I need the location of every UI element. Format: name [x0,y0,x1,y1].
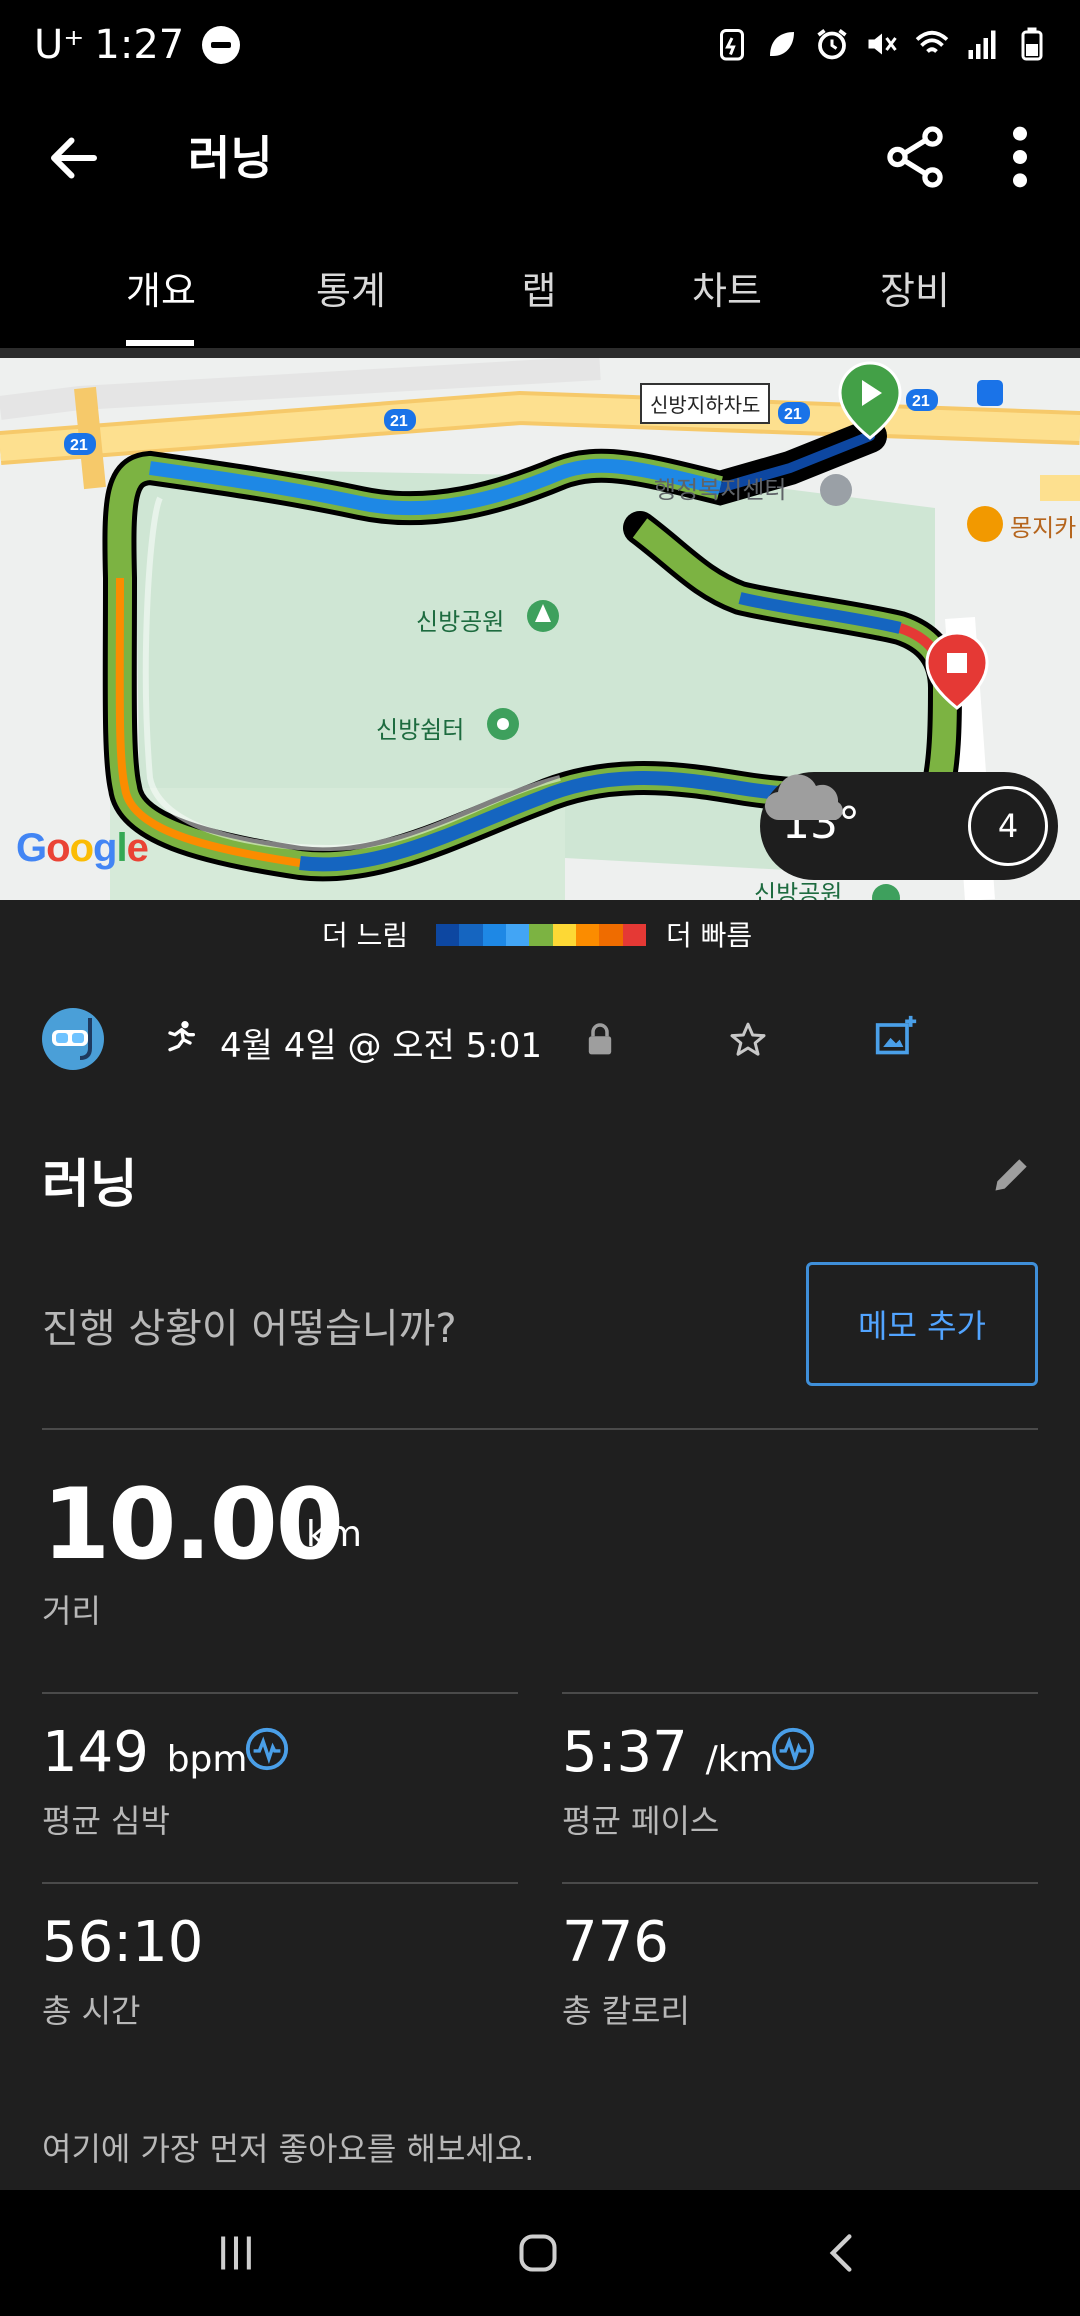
pace-value: 5:37 [562,1720,688,1785]
pace-color-scale [436,924,646,946]
svg-text:21: 21 [784,406,802,423]
divider [42,1692,518,1694]
status-bar: U⁺ 1:27 [0,0,1080,100]
battery-saver-icon [720,29,744,61]
legend-slow-label: 더 느림 [322,919,409,952]
progress-question: 진행 상황이 어떻습니까? [42,1306,457,1352]
carrier-label: U⁺ [34,22,85,68]
home-icon[interactable] [516,2230,560,2276]
recent-apps-icon[interactable] [214,2230,258,2276]
tab-gear[interactable]: 장비 [840,260,990,315]
distance-label: 거리 [42,1592,101,1630]
share-icon[interactable] [880,122,950,192]
add-photo-icon[interactable] [874,1014,918,1058]
edit-pencil-icon[interactable] [990,1152,1034,1196]
distance-unit: km [306,1514,362,1555]
more-vert-icon[interactable] [1000,122,1040,192]
snorkel-mask-icon [52,1018,92,1060]
wind-indicator: 4 [968,786,1048,866]
signal-icon [968,30,996,59]
tunnel-label: 신방지하차도 [640,383,771,424]
active-tab-indicator [126,340,194,346]
total-time-value: 56:10 [42,1910,204,1975]
cafe-label: 몽지카 [1010,514,1077,542]
shelter-label: 신방쉼터 [376,716,465,744]
dnd-icon [202,26,241,64]
welfare-center-label: 행정복지센터 [654,476,787,504]
app-bar: 러닝 [0,100,1080,230]
status-icons [714,26,1050,62]
park-label: 신방공원 [416,608,505,636]
divider [562,1692,1038,1694]
back-arrow-icon[interactable] [44,128,104,188]
divider [42,1428,1038,1430]
legend-fast-label: 더 빠름 [666,919,753,952]
avatar[interactable] [42,1008,104,1070]
page-title: 러닝 [188,131,273,185]
add-memo-button[interactable]: 메모 추가 [806,1262,1038,1386]
wind-value: 4 [997,807,1019,845]
wifi-icon [915,30,949,53]
total-time-label: 총 시간 [42,1992,141,2030]
tab-divider [0,348,1080,358]
pace-legend: 더 느림 더 빠름 [0,900,1080,970]
svg-text:21: 21 [912,393,930,410]
alarm-icon [817,29,847,60]
svg-text:21: 21 [390,413,408,430]
pace-unit: /km [705,1739,774,1780]
tab-laps[interactable]: 랩 [464,260,614,315]
activity-meta-row: 4월 4일 @ 오전 5:01 [0,1000,1080,1084]
status-left: U⁺ 1:27 [34,22,241,68]
cloud-icon [764,774,843,821]
lock-icon[interactable] [586,1022,614,1056]
heart-rate-chart-icon[interactable] [244,1726,290,1772]
pace-stat: 5:37 /km [562,1720,774,1785]
activity-title: 러닝 [42,1155,138,1215]
pace-chart-icon[interactable] [770,1726,816,1772]
route-map[interactable]: 21 21 21 21 신방지하차도 신방공원 신방쉼터 행정복지센터 몽지카 신방공… [0,358,1080,900]
divider [42,1882,518,1884]
running-icon [168,1021,195,1052]
tab-overview[interactable]: 개요 [86,260,236,315]
tab-charts[interactable]: 차트 [652,260,802,315]
calories-label: 총 칼로리 [562,1992,690,2030]
tab-stats[interactable]: 통계 [276,260,426,315]
back-icon[interactable] [820,2230,864,2276]
divider [562,1882,1038,1884]
tab-bar: 개요 통계 랩 차트 장비 [0,230,1080,348]
heart-rate-stat: 149 bpm [42,1720,247,1785]
system-nav-bar [0,2190,1080,2316]
pace-label: 평균 페이스 [562,1802,720,1840]
heart-rate-unit: bpm [166,1739,248,1780]
heart-rate-value: 149 [42,1720,149,1785]
weather-badge: 13° 4 [760,772,1058,880]
svg-text:21: 21 [70,437,88,454]
google-logo: Google [16,826,149,870]
leaf-icon [770,32,794,56]
calories-value: 776 [562,1910,669,1975]
like-prompt: 여기에 가장 먼저 좋아요를 해보세요. [42,2130,535,2168]
mute-icon [868,33,897,55]
distance-value: 10.00 [42,1468,344,1582]
clock: 1:27 [94,22,185,68]
star-icon[interactable] [728,1020,768,1060]
activity-datetime: 4월 4일 @ 오전 5:01 [220,1026,542,1066]
battery-icon [1021,27,1043,61]
heart-rate-label: 평균 심박 [42,1802,170,1840]
